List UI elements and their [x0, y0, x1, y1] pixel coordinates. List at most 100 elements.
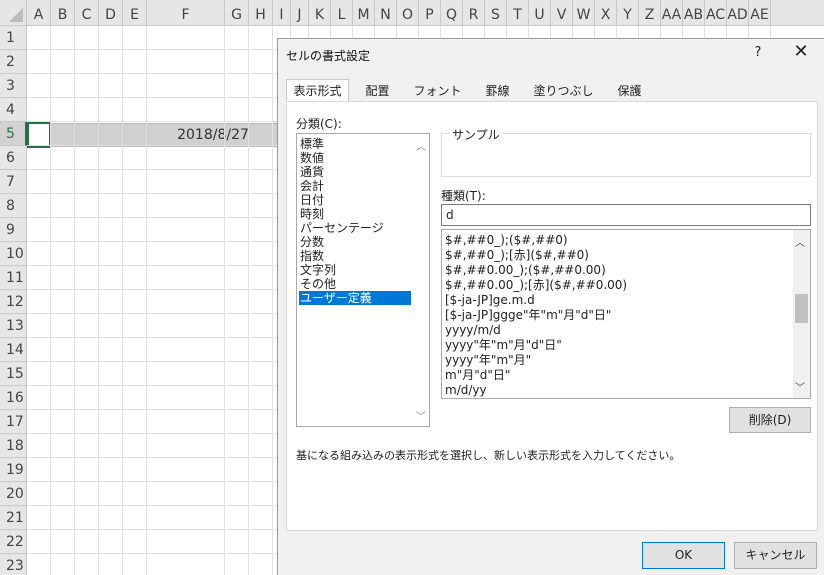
format-item[interactable]: yyyy"年"m"月"d"日": [445, 338, 562, 352]
column-header-ad[interactable]: AD: [727, 0, 749, 26]
delete-button[interactable]: 削除(D): [729, 407, 811, 433]
category-item[interactable]: 時刻: [299, 207, 411, 221]
column-header-ac[interactable]: AC: [705, 0, 727, 26]
row-header-3[interactable]: 3: [0, 74, 27, 98]
category-item[interactable]: 指数: [299, 249, 411, 263]
ok-button[interactable]: OK: [642, 542, 725, 569]
column-header-i[interactable]: I: [273, 0, 291, 26]
format-item[interactable]: $#,##0.00_);[赤]($#,##0.00): [445, 278, 627, 292]
column-header-b[interactable]: B: [51, 0, 75, 26]
format-item[interactable]: $#,##0_);[赤]($#,##0): [445, 248, 589, 262]
row-header-2[interactable]: 2: [0, 50, 27, 74]
column-header-ae[interactable]: AE: [749, 0, 771, 26]
row-header-10[interactable]: 10: [0, 242, 27, 266]
tab-protection[interactable]: 保護: [602, 79, 657, 101]
column-header-g[interactable]: G: [225, 0, 249, 26]
scrollbar-thumb[interactable]: [795, 294, 808, 324]
row-header-15[interactable]: 15: [0, 362, 27, 386]
category-item[interactable]: 文字列: [299, 263, 411, 277]
column-header-p[interactable]: P: [419, 0, 441, 26]
type-input[interactable]: d: [441, 204, 811, 226]
column-header-k[interactable]: K: [309, 0, 331, 26]
column-header-m[interactable]: M: [353, 0, 375, 26]
row-header-22[interactable]: 22: [0, 530, 27, 554]
category-item[interactable]: 分数: [299, 235, 411, 249]
row-header-19[interactable]: 19: [0, 458, 27, 482]
row-header-16[interactable]: 16: [0, 386, 27, 410]
row-header-4[interactable]: 4: [0, 98, 27, 122]
column-header-ab[interactable]: AB: [683, 0, 705, 26]
column-header-l[interactable]: L: [331, 0, 353, 26]
format-item[interactable]: $#,##0_);($#,##0): [445, 233, 568, 247]
sample-box: サンプル: [441, 126, 811, 177]
row-header-11[interactable]: 11: [0, 266, 27, 290]
row-header-8[interactable]: 8: [0, 194, 27, 218]
column-header-n[interactable]: N: [375, 0, 397, 26]
select-all-corner[interactable]: [0, 0, 27, 26]
row-header-23[interactable]: 23: [0, 554, 27, 575]
column-header-c[interactable]: C: [75, 0, 99, 26]
row-header-20[interactable]: 20: [0, 482, 27, 506]
column-header-a[interactable]: A: [27, 0, 51, 26]
column-header-aa[interactable]: AA: [661, 0, 683, 26]
chevron-down-icon[interactable]: ﹀: [414, 408, 428, 423]
column-header-s[interactable]: S: [485, 0, 507, 26]
chevron-down-icon[interactable]: ﹀: [795, 379, 805, 394]
category-item[interactable]: 通貨: [299, 165, 411, 179]
format-item[interactable]: yyyy"年"m"月": [445, 353, 531, 367]
column-header-o[interactable]: O: [397, 0, 419, 26]
row-header-9[interactable]: 9: [0, 218, 27, 242]
tab-number-format[interactable]: 表示形式: [286, 79, 349, 103]
category-item[interactable]: 数値: [299, 151, 411, 165]
category-item-selected[interactable]: ユーザー定義: [299, 291, 411, 305]
chevron-up-icon[interactable]: ︿: [795, 234, 805, 249]
column-header-t[interactable]: T: [507, 0, 529, 26]
row-header-7[interactable]: 7: [0, 170, 27, 194]
row-header-14[interactable]: 14: [0, 338, 27, 362]
tab-font[interactable]: フォント: [406, 79, 469, 101]
format-item[interactable]: yyyy/m/d: [445, 323, 501, 337]
column-header-u[interactable]: U: [529, 0, 551, 26]
cell-f5-value[interactable]: 2018/8/27: [151, 123, 275, 147]
column-header-d[interactable]: D: [99, 0, 123, 26]
column-header-x[interactable]: X: [595, 0, 617, 26]
column-header-e[interactable]: E: [123, 0, 147, 26]
help-button[interactable]: ?: [750, 45, 766, 60]
format-item[interactable]: [$-ja-JP]ge.m.d: [445, 293, 535, 307]
column-header-q[interactable]: Q: [441, 0, 463, 26]
tab-fill[interactable]: 塗りつぶし: [526, 79, 601, 101]
category-item[interactable]: 日付: [299, 193, 411, 207]
format-item[interactable]: [$-ja-JP]ggge"年"m"月"d"日": [445, 308, 611, 322]
tab-border[interactable]: 罫線: [470, 79, 525, 101]
category-item[interactable]: パーセンテージ: [299, 221, 411, 235]
column-header-h[interactable]: H: [249, 0, 273, 26]
row-header-13[interactable]: 13: [0, 314, 27, 338]
column-header-j[interactable]: J: [291, 0, 309, 26]
format-item[interactable]: m/d/yy: [445, 383, 487, 397]
close-icon[interactable]: ✕: [792, 41, 810, 62]
format-list[interactable]: $#,##0_);($#,##0) $#,##0_);[赤]($#,##0) $…: [441, 229, 811, 399]
tab-alignment[interactable]: 配置: [350, 79, 405, 101]
format-list-scrollbar[interactable]: ︿ ﹀: [793, 230, 810, 398]
category-item[interactable]: その他: [299, 277, 411, 291]
column-header-y[interactable]: Y: [617, 0, 639, 26]
column-header-f[interactable]: F: [147, 0, 225, 26]
column-header-r[interactable]: R: [463, 0, 485, 26]
column-header-v[interactable]: V: [551, 0, 573, 26]
row-header-21[interactable]: 21: [0, 506, 27, 530]
category-item[interactable]: 標準: [299, 137, 411, 151]
format-item[interactable]: m"月"d"日": [445, 368, 510, 382]
column-header-w[interactable]: W: [573, 0, 595, 26]
chevron-up-icon[interactable]: ︿: [414, 138, 428, 153]
row-header-5[interactable]: 5: [0, 122, 27, 146]
row-header-12[interactable]: 12: [0, 290, 27, 314]
row-header-1[interactable]: 1: [0, 26, 27, 50]
row-header-17[interactable]: 17: [0, 410, 27, 434]
row-header-18[interactable]: 18: [0, 434, 27, 458]
column-header-z[interactable]: Z: [639, 0, 661, 26]
category-item[interactable]: 会計: [299, 179, 411, 193]
cancel-button[interactable]: キャンセル: [734, 542, 817, 569]
format-item[interactable]: $#,##0.00_);($#,##0.00): [445, 263, 606, 277]
category-list[interactable]: 標準 数値 通貨 会計 日付 時刻 パーセンテージ 分数 指数 文字列 その他 …: [296, 133, 430, 427]
row-header-6[interactable]: 6: [0, 146, 27, 170]
